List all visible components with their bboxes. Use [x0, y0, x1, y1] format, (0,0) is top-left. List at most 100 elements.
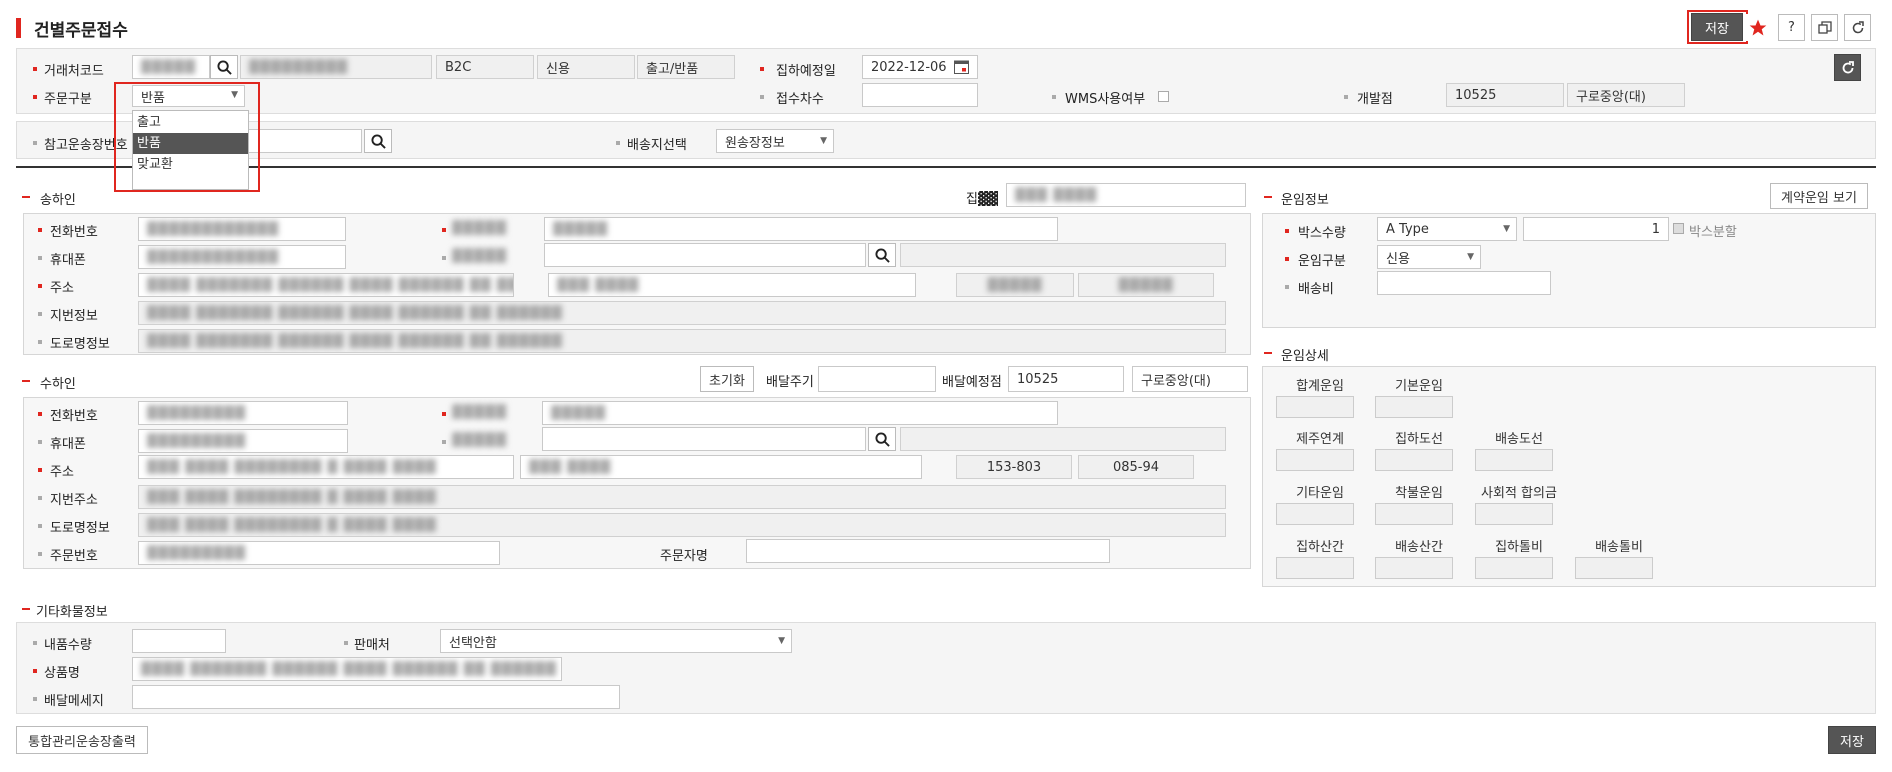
receiver-mobile-input[interactable]: ▓▓▓▓▓▓▓▓▓ [138, 429, 348, 453]
ship-select-value: 원송장정보 [725, 135, 785, 151]
bullet [760, 67, 764, 71]
sender-name-input[interactable]: ▓▓▓▓▓ [544, 217, 1058, 241]
seller-select[interactable]: 선택안함 ▼ [440, 629, 792, 653]
contract-fare-button[interactable]: 계약운임 보기 [1770, 183, 1868, 209]
sender-address-label: 주소 [50, 281, 74, 296]
fee-box-social [1475, 503, 1553, 525]
receiver-road-field: ▓▓▓ ▓▓▓▓ ▓▓▓▓▓▓▓▓ ▓ ▓▓▓▓ ▓▓▓▓ [138, 513, 1226, 537]
receiver-orderer-label: 주문자명 [660, 549, 708, 564]
receiver-phone-input[interactable]: ▓▓▓▓▓▓▓▓▓ [138, 401, 348, 425]
section-accent [1264, 352, 1272, 354]
wms-checkbox[interactable] [1158, 91, 1169, 102]
fee-box-pickup-mountain [1276, 557, 1354, 579]
sender-mobile-input[interactable]: ▓▓▓▓▓▓▓▓▓▓▓▓ [138, 245, 346, 269]
qty-input[interactable] [132, 629, 226, 653]
pickup-date-value: 2022-12-06 [871, 59, 947, 75]
receipt-count-input[interactable] [862, 83, 978, 107]
box-split-checkbox[interactable] [1673, 223, 1684, 234]
ship-select[interactable]: 원송장정보 ▼ [716, 129, 834, 153]
receiver-branch-code-input[interactable]: 10525 [1008, 366, 1124, 392]
sender-address-input[interactable]: ▓▓▓▓ ▓▓▓▓▓▓▓ ▓▓▓▓▓▓ ▓▓▓▓ ▓▓▓▓▓▓ ▓▓ ▓▓▓▓▓… [138, 273, 514, 297]
wms-label: WMS사용여부 [1065, 92, 1146, 107]
fee-box-total [1276, 396, 1354, 418]
receiver-reset-button[interactable]: 초기화 [700, 366, 754, 392]
bullet [38, 340, 42, 344]
chevron-down-icon: ▼ [778, 636, 785, 646]
receiver-orderer-input[interactable] [746, 539, 1110, 563]
receiver-cycle-input[interactable] [818, 366, 936, 392]
receiver-name-input[interactable]: ▓▓▓▓▓ [542, 401, 1058, 425]
receiver-order-no-input[interactable]: ▓▓▓▓▓▓▓▓▓ [138, 541, 500, 565]
copy-window-icon[interactable] [1811, 14, 1838, 41]
sender-phone-label: 전화번호 [50, 225, 98, 240]
fee-label-other: 기타운임 [1296, 486, 1344, 501]
sender-pickup-value: ▓▓▓ ▓▓▓▓ [1015, 187, 1098, 203]
fare-section-title: 운임정보 [1281, 193, 1329, 208]
customer-name-field: ▓▓▓▓▓▓▓▓▓ [240, 55, 432, 79]
chevron-down-icon: ▼ [1467, 252, 1474, 262]
receiver-address-input[interactable]: ▓▓▓ ▓▓▓▓ ▓▓▓▓▓▓▓▓ ▓ ▓▓▓▓ ▓▓▓▓ [138, 455, 514, 479]
receiver-address-search-button[interactable] [868, 427, 896, 451]
bullet [1344, 95, 1348, 99]
sender-phone-input[interactable]: ▓▓▓▓▓▓▓▓▓▓▓▓ [138, 217, 346, 241]
sender-address-search-button[interactable] [868, 243, 896, 267]
sender-address-detail-input[interactable]: ▓▓▓ ▓▓▓▓ [548, 273, 916, 297]
sender-extra-label: ▓▓▓▓▓ [452, 249, 507, 264]
fee-label-delivery-mountain: 배송산간 [1395, 540, 1443, 555]
receiver-address-label: 주소 [50, 465, 74, 480]
receiver-jibun-label: 지번주소 [50, 493, 98, 508]
receiver-address-detail-input[interactable]: ▓▓▓ ▓▓▓▓ [520, 455, 922, 479]
fee-label-pickup-mountain: 집하산간 [1296, 540, 1344, 555]
seller-label: 판매처 [354, 638, 390, 653]
shipping-type-field: 출고/반품 [637, 55, 735, 79]
favorite-star-icon[interactable] [1744, 14, 1771, 41]
receiver-zip2: 085-94 [1078, 455, 1194, 479]
box-qty-input[interactable]: 1 [1523, 217, 1669, 241]
help-icon[interactable]: ? [1778, 14, 1805, 41]
print-invoice-button[interactable]: 통합관리운송장출력 [16, 726, 148, 754]
sender-pickup-input[interactable]: ▓▓▓ ▓▓▓▓ [1006, 183, 1246, 207]
header-refresh-icon[interactable] [1834, 54, 1861, 81]
bullet [38, 228, 42, 232]
sender-jibun-label: 지번정보 [50, 309, 98, 324]
fare-type-select[interactable]: 신용 ▼ [1377, 245, 1481, 269]
calendar-icon[interactable] [953, 58, 970, 79]
branch-label: 개발점 [1357, 92, 1393, 107]
receiver-branch-name-input[interactable]: 구로중앙(대) [1132, 366, 1248, 392]
ref-invoice-input[interactable] [246, 129, 362, 153]
bullet [1285, 257, 1289, 261]
customer-search-button[interactable] [210, 55, 238, 79]
receiver-cycle-label: 배달주기 [766, 375, 814, 390]
delivery-fee-input[interactable] [1377, 271, 1551, 295]
product-input[interactable]: ▓▓▓▓ ▓▓▓▓▓▓▓ ▓▓▓▓▓▓ ▓▓▓▓ ▓▓▓▓▓▓ ▓▓ ▓▓▓▓▓… [132, 657, 562, 681]
box-type-select[interactable]: A Type ▼ [1377, 217, 1517, 241]
section-accent [22, 196, 30, 198]
sender-zip-input[interactable] [544, 243, 866, 267]
bullet [33, 697, 37, 701]
ref-search-button[interactable] [364, 129, 392, 153]
bullet [33, 67, 37, 71]
refresh-icon[interactable] [1844, 14, 1871, 41]
search-icon [874, 431, 890, 447]
bullet [344, 641, 348, 645]
bullet [38, 412, 42, 416]
bullet [38, 440, 42, 444]
section-accent [22, 380, 30, 382]
bullet [442, 440, 446, 444]
customer-code-input[interactable]: ▓▓▓▓▓ [132, 55, 210, 79]
search-icon [370, 133, 386, 149]
customer-code-value: ▓▓▓▓▓ [141, 59, 196, 75]
delivery-fee-label: 배송비 [1298, 282, 1334, 297]
footer-save-button[interactable]: 저장 [1828, 726, 1876, 754]
receiver-name-value: ▓▓▓▓▓ [551, 405, 606, 421]
sender-road-value: ▓▓▓▓ ▓▓▓▓▓▓▓ ▓▓▓▓▓▓ ▓▓▓▓ ▓▓▓▓▓▓ ▓▓ ▓▓▓▓▓… [147, 333, 563, 349]
receiver-zip-input[interactable] [542, 427, 866, 451]
receiver-road-value: ▓▓▓ ▓▓▓▓ ▓▓▓▓▓▓▓▓ ▓ ▓▓▓▓ ▓▓▓▓ [147, 517, 437, 533]
title-accent [16, 18, 21, 38]
sender-jibun-field: ▓▓▓▓ ▓▓▓▓▓▓▓ ▓▓▓▓▓▓ ▓▓▓▓ ▓▓▓▓▓▓ ▓▓ ▓▓▓▓▓… [138, 301, 1226, 325]
fee-label-delivery-island: 배송도선 [1495, 432, 1543, 447]
fee-label-basic: 기본운임 [1395, 379, 1443, 394]
box-qty-label: 박스수량 [1298, 226, 1346, 241]
message-input[interactable] [132, 685, 620, 709]
highlight-box-save [1687, 10, 1748, 44]
